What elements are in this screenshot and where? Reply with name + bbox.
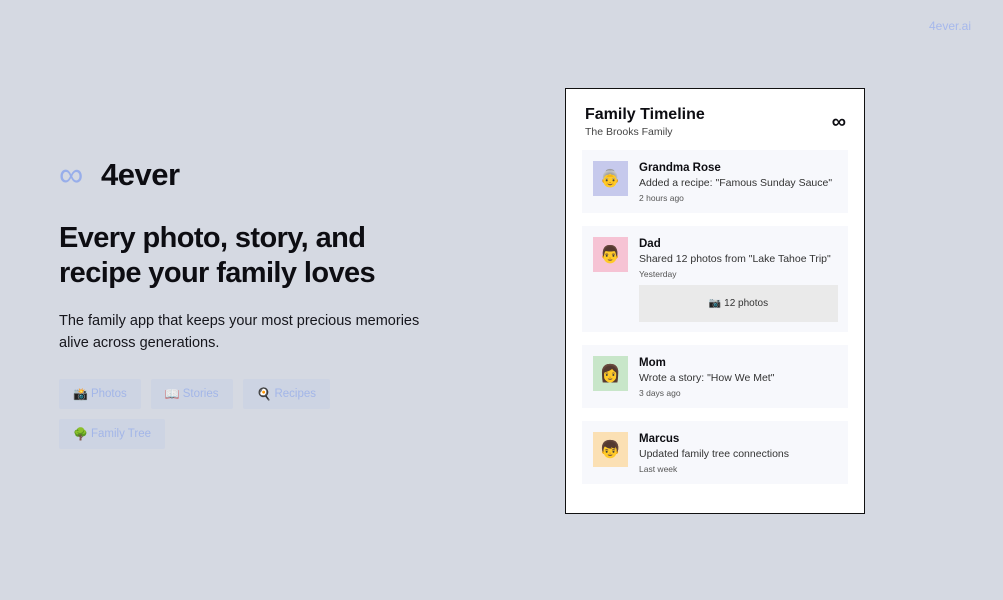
card-header: Family Timeline The Brooks Family ∞ [566, 89, 864, 147]
avatar-dad-icon: 👨 [593, 237, 628, 272]
feature-chips: 📸 Photos 📖 Stories 🍳 Recipes 🌳 Family Tr… [59, 379, 349, 449]
subtext: The family app that keeps your most prec… [59, 313, 420, 351]
hero: ∞ 4ever Every photo, story, and recipe y… [59, 155, 459, 449]
item-time: 2 hours ago [639, 193, 684, 203]
frying-pan-icon: 🍳 [256, 387, 272, 401]
timeline-item[interactable]: 👩 Mom Wrote a story: "How We Met" 3 days… [582, 345, 848, 408]
item-time: Yesterday [639, 269, 677, 279]
chip-recipes[interactable]: 🍳 Recipes [242, 379, 331, 409]
chip-label: Recipes [274, 388, 317, 400]
book-icon: 📖 [164, 387, 180, 401]
top-link-4ever-ai[interactable]: 4ever.ai [929, 19, 971, 33]
chip-stories[interactable]: 📖 Stories [150, 379, 233, 409]
item-action: Shared 12 photos from "Lake Tahoe Trip" [639, 253, 831, 265]
infinity-icon: ∞ [831, 111, 846, 133]
brand-name: 4ever [101, 157, 180, 192]
item-action: Updated family tree connections [639, 448, 789, 460]
item-time: 3 days ago [639, 388, 681, 398]
infinity-icon: ∞ [59, 156, 84, 194]
item-name: Mom [639, 357, 666, 369]
headline: Every photo, story, and recipe your fami… [59, 222, 376, 289]
card-subtitle: The Brooks Family [585, 126, 673, 138]
item-name: Dad [639, 238, 661, 250]
item-name: Grandma Rose [639, 162, 721, 174]
avatar-grandma-icon: 👵 [593, 161, 628, 196]
chip-photos[interactable]: 📸 Photos [59, 379, 141, 409]
item-name: Marcus [639, 433, 680, 445]
brand-logo: ∞ 4ever [59, 155, 459, 195]
family-timeline-card: Family Timeline The Brooks Family ∞ 👵 Gr… [565, 88, 865, 514]
card-title: Family Timeline [585, 106, 705, 123]
item-action: Added a recipe: "Famous Sunday Sauce" [639, 177, 833, 189]
timeline-feed: 👵 Grandma Rose Added a recipe: "Famous S… [566, 147, 864, 484]
camera-icon: 📸 [73, 387, 88, 401]
chip-label: Photos [90, 388, 127, 400]
avatar-boy-icon: 👦 [593, 432, 628, 467]
timeline-item[interactable]: 👵 Grandma Rose Added a recipe: "Famous S… [582, 150, 848, 213]
chip-label: Stories [182, 388, 219, 400]
item-action: Wrote a story: "How We Met" [639, 372, 775, 384]
timeline-item[interactable]: 👨 Dad Shared 12 photos from "Lake Tahoe … [582, 226, 848, 332]
item-time: Last week [639, 464, 678, 474]
avatar-mom-icon: 👩 [593, 356, 628, 391]
timeline-item[interactable]: 👦 Marcus Updated family tree connections… [582, 421, 848, 484]
tree-icon: 🌳 [73, 427, 88, 441]
chip-label: Family Tree [90, 428, 152, 440]
chip-family-tree[interactable]: 🌳 Family Tree [59, 419, 166, 449]
photo-album-preview[interactable]: 📷 12 photos [639, 285, 838, 322]
